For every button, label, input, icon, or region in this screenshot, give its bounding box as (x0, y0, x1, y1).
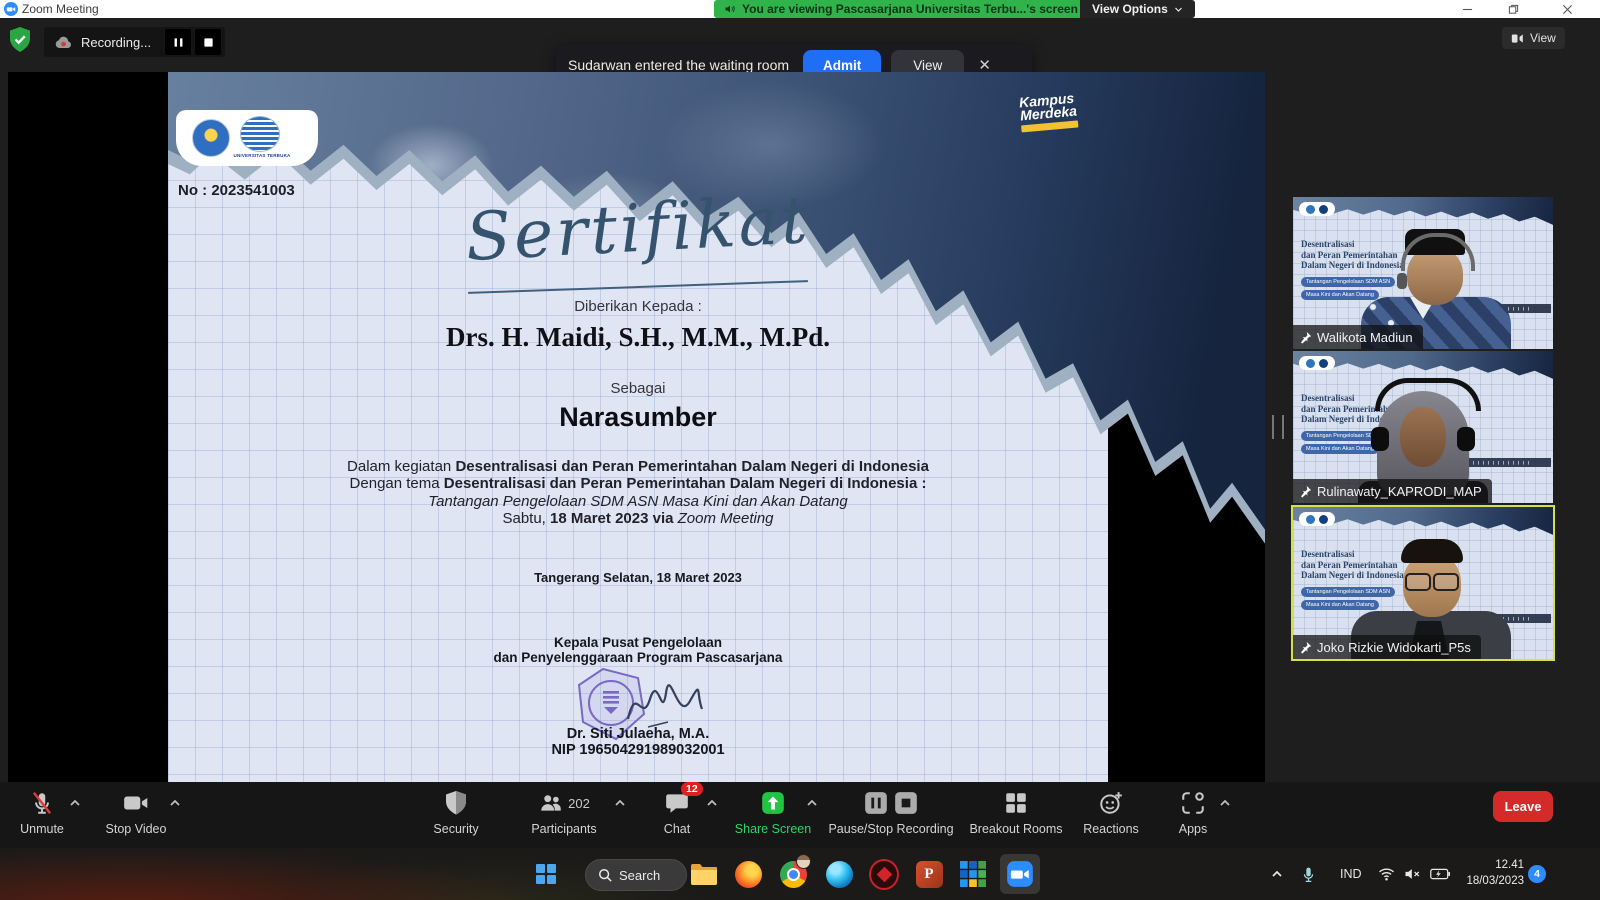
recording-label: Recording... (73, 35, 163, 50)
signer-name: Dr. Siti Julaeha, M.A. (168, 726, 1108, 742)
chat-options-chevron[interactable] (705, 796, 719, 810)
panel-resize-handle[interactable] (1272, 415, 1284, 439)
red-app-icon[interactable] (869, 859, 899, 889)
signer-title: Kepala Pusat Pengelolaan dan Penyelengga… (168, 635, 1108, 665)
participant-name-label: Rulinawaty_KAPRODI_MAP (1293, 479, 1492, 503)
given-to-label: Diberikan Kepada : (168, 298, 1108, 315)
reactions-icon (1098, 790, 1124, 816)
place-date: Tangerang Selatan, 18 Maret 2023 (168, 570, 1108, 585)
tray-wifi-icon[interactable] (1378, 848, 1395, 900)
chevron-down-icon (1174, 5, 1183, 14)
taskbar-search[interactable]: Search (585, 859, 687, 891)
tray-microphone-icon[interactable] (1301, 848, 1316, 900)
start-button[interactable] (531, 859, 561, 889)
window-titlebar: Zoom Meeting You are viewing Pascasarjan… (0, 0, 1600, 19)
pin-icon (1299, 641, 1312, 654)
pin-icon (1299, 485, 1312, 498)
video-options-chevron[interactable] (168, 796, 182, 810)
video-tile-joko-rizkie[interactable]: Desentralisasidan Peran PemerintahanDala… (1293, 507, 1553, 659)
tray-clock[interactable]: 12.41 18/03/2023 (1462, 857, 1524, 889)
pause-stop-recording-button[interactable]: Pause/Stop Recording (816, 789, 966, 836)
signer-nip: NIP 196504291989032001 (168, 742, 1108, 758)
close-button[interactable] (1548, 0, 1586, 18)
share-screen-icon (760, 790, 786, 816)
screen: Zoom Meeting You are viewing Pascasarjan… (0, 0, 1600, 900)
toast-message: Sudarwan entered the waiting room (568, 57, 789, 73)
video-tile-walikota-madiun[interactable]: Desentralisasidan Peran PemerintahanDala… (1293, 197, 1553, 349)
recipient-name: Drs. H. Maidi, S.H., M.M., M.Pd. (168, 322, 1108, 353)
tray-volume-muted-icon[interactable] (1404, 848, 1421, 900)
apps-options-chevron[interactable] (1218, 796, 1232, 810)
pause-recording-button[interactable] (165, 29, 191, 55)
participant-name-label: Joko Rizkie Widokarti_P5s (1293, 635, 1481, 659)
participant-name-label: Walikota Madiun (1293, 325, 1423, 349)
recording-indicator: Recording... (44, 27, 225, 57)
security-button[interactable]: Security (401, 789, 511, 836)
stop-icon (893, 790, 919, 816)
meeting-area: Recording... View Sudarwan entered the w… (0, 18, 1600, 782)
certificate-body: Sertifikat Diberikan Kepada : Drs. H. Ma… (168, 72, 1108, 782)
role-label: Narasumber (168, 402, 1108, 433)
search-icon (598, 868, 612, 882)
minimize-button[interactable] (1448, 0, 1486, 18)
apps-icon (1180, 790, 1206, 816)
tray-expand-chevron[interactable] (1270, 848, 1284, 900)
tray-time: 12.41 (1462, 857, 1524, 873)
shared-screen: UNIVERSITAS TERBUKA Kampus Merdeka No : … (8, 72, 1265, 782)
viewing-screen-banner: You are viewing Pascasarjana Universitas… (714, 0, 1088, 18)
certificate-title: Sertifikat (167, 165, 1110, 291)
powerpoint-icon[interactable]: P (914, 859, 944, 889)
as-label: Sebagai (168, 380, 1108, 397)
chrome-icon[interactable] (778, 859, 808, 889)
breakout-rooms-icon (1003, 790, 1029, 816)
event-description: Dalam kegiatan Desentralisasi dan Peran … (168, 458, 1108, 527)
notification-count-badge[interactable]: 4 (1528, 865, 1546, 883)
grid-app-icon[interactable] (958, 859, 988, 889)
participants-button[interactable]: 202 Participants (509, 789, 619, 836)
zoom-taskbar-icon[interactable] (1000, 854, 1040, 894)
video-tile-rulinawaty[interactable]: Desentralisasidan Peran PemerintahanDala… (1293, 351, 1553, 503)
chrome-profile-avatar (796, 854, 811, 869)
shield-icon (444, 790, 468, 816)
breakout-rooms-button[interactable]: Breakout Rooms (961, 789, 1071, 836)
view-layout-icon (1511, 32, 1524, 45)
zoom-toolbar: Unmute Stop Video Security 202 Participa… (0, 782, 1600, 848)
firefox-icon[interactable] (733, 859, 763, 889)
gallery-view-button[interactable]: View (1502, 27, 1565, 49)
unmute-options-chevron[interactable] (68, 796, 82, 810)
leave-button[interactable]: Leave (1493, 791, 1553, 822)
file-explorer-icon[interactable] (688, 859, 718, 889)
participants-count: 202 (568, 796, 590, 811)
tray-battery-icon[interactable] (1430, 848, 1450, 900)
edge-icon[interactable] (824, 859, 854, 889)
tray-language[interactable]: IND (1340, 848, 1362, 900)
pause-icon (863, 790, 889, 816)
windows-taskbar: Search P (0, 848, 1600, 900)
window-title: Zoom Meeting (22, 2, 99, 16)
stop-recording-button[interactable] (195, 29, 221, 55)
zoom-app-icon (4, 2, 18, 16)
pin-icon (1299, 331, 1312, 344)
participants-icon (538, 790, 564, 816)
view-options-button[interactable]: View Options (1080, 0, 1195, 18)
video-camera-icon (122, 790, 150, 816)
cloud-recording-icon (54, 35, 73, 50)
meeting-security-shield-icon[interactable] (8, 26, 32, 54)
title-underline (468, 280, 808, 294)
speaker-icon (724, 3, 736, 15)
tray-date: 18/03/2023 (1462, 873, 1524, 889)
microphone-muted-icon (29, 790, 55, 816)
maximize-button[interactable] (1494, 0, 1532, 18)
chat-unread-badge: 12 (681, 782, 703, 796)
